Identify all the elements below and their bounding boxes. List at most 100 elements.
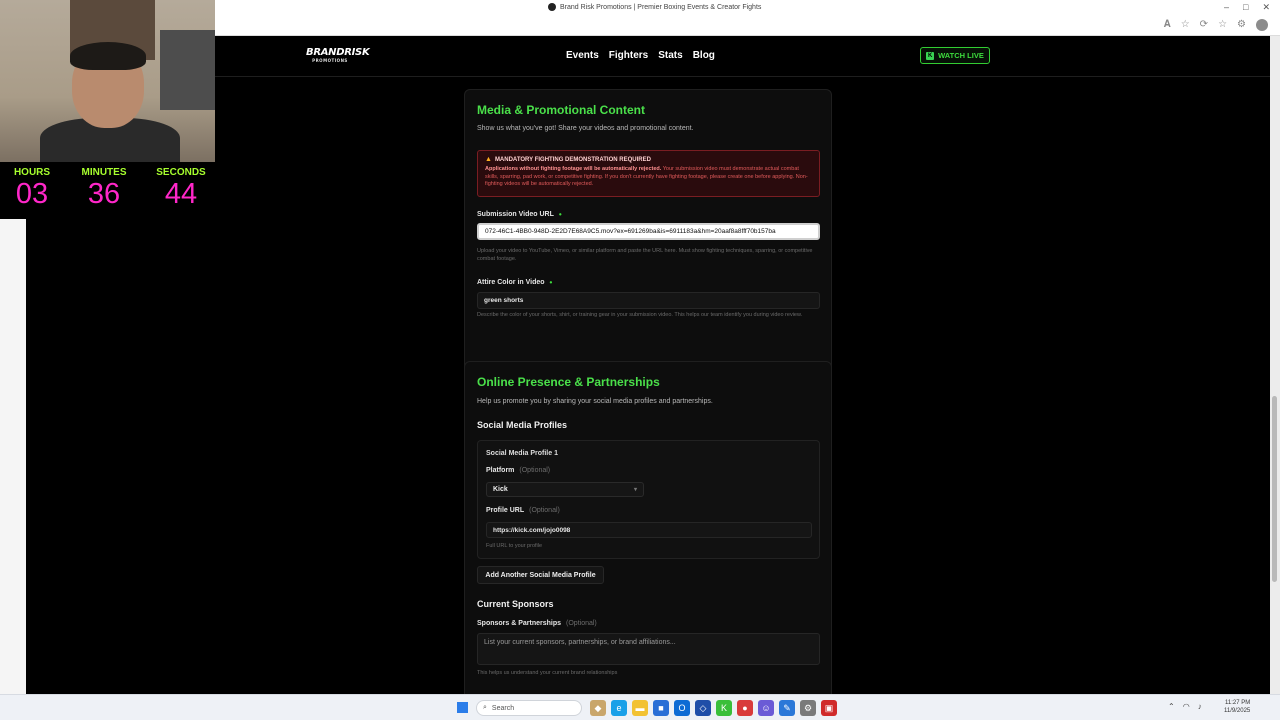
extensions-icon[interactable]: ⚙ [1237, 19, 1246, 31]
collections-icon[interactable]: ☆ [1218, 19, 1227, 31]
logo-text: BRANDRISK [306, 47, 370, 58]
countdown-timer: HOURS 03 MINUTES 36 SECONDS 44 [0, 162, 215, 219]
discord-icon[interactable]: ☺ [758, 700, 774, 716]
timer-seconds: SECONDS 44 [150, 167, 212, 209]
clock-date: 11/9/2025 [1224, 708, 1251, 714]
outlook-icon[interactable]: O [674, 700, 690, 716]
sponsors-textarea[interactable]: List your current sponsors, partnerships… [477, 633, 820, 665]
hours-value: 03 [15, 178, 49, 210]
platform-selected-value: Kick [493, 486, 508, 493]
attire-label-text: Attire Color in Video [477, 279, 545, 286]
kick-icon: K [926, 51, 935, 60]
warning-icon: ▲ [485, 156, 492, 163]
online-section-card: Online Presence & Partnerships Help us p… [464, 361, 832, 694]
online-section-title: Online Presence & Partnerships [477, 375, 660, 389]
sponsors-label-text: Sponsors & Partnerships [477, 620, 562, 627]
profile-url-hint: Full URL to your profile [486, 543, 543, 549]
watch-live-label: WATCH LIVE [938, 51, 984, 60]
taskbar-search[interactable]: ⌕ Search [476, 700, 582, 716]
nav-events[interactable]: Events [566, 50, 599, 61]
social-profiles-heading: Social Media Profiles [477, 420, 568, 430]
seconds-label: SECONDS [156, 167, 206, 178]
video-url-label-text: Submission Video URL [477, 211, 554, 218]
media-section-card: Media & Promotional Content Show us what… [464, 89, 832, 377]
taskbar-apps: ◆ e ▬ ■ O ◇ K ● ☺ ✎ ⚙ ▣ [590, 700, 837, 716]
hours-label: HOURS [13, 167, 51, 178]
read-aloud-icon[interactable]: 𝐀 [1164, 19, 1171, 31]
maximize-button[interactable]: □ [1243, 2, 1248, 13]
chevron-down-icon: ▾ [633, 487, 637, 493]
webcam-overlay [0, 0, 215, 162]
start-button[interactable] [457, 702, 468, 713]
main-nav: Events Fighters Stats Blog [566, 50, 715, 61]
browser-toolbar-icons: 𝐀 ☆ ⟳ ☆ ⚙ [1164, 19, 1268, 31]
warning-title: MANDATORY FIGHTING DEMONSTRATION REQUIRE… [494, 156, 651, 163]
video-url-label: Submission Video URL • [477, 210, 562, 219]
nav-blog[interactable]: Blog [693, 50, 715, 61]
required-indicator-icon: • [549, 278, 553, 287]
profile-url-label: Profile URL (Optional) [486, 507, 560, 514]
settings-icon[interactable]: ⚙ [800, 700, 816, 716]
media-section-title: Media & Promotional Content [477, 103, 645, 117]
webcam-person-hair [70, 42, 146, 70]
widgets-icon[interactable]: ◆ [590, 700, 606, 716]
video-url-hint: Upload your video to YouTube, Vimeo, or … [477, 248, 813, 262]
platform-label: Platform (Optional) [486, 467, 550, 474]
profile-avatar[interactable] [1256, 19, 1268, 31]
seconds-value: 44 [164, 178, 198, 210]
minutes-label: MINUTES [81, 167, 127, 178]
attire-label: Attire Color in Video • [477, 278, 552, 287]
warning-header: ▲ MANDATORY FIGHTING DEMONSTRATION REQUI… [485, 156, 812, 163]
platform-select[interactable]: Kick ▾ [486, 482, 644, 497]
watch-live-button[interactable]: K WATCH LIVE [920, 47, 990, 64]
logo-subtext: PROMOTIONS [312, 58, 348, 63]
timer-hours: HOURS 03 [8, 167, 56, 209]
social-profile-title: Social Media Profile 1 [486, 450, 558, 457]
social-profile-card: Social Media Profile 1 Platform (Optiona… [477, 440, 820, 559]
favorite-star-icon[interactable]: ☆ [1181, 19, 1190, 31]
nav-stats[interactable]: Stats [658, 50, 682, 61]
webcam-door [160, 30, 215, 110]
nav-fighters[interactable]: Fighters [609, 50, 648, 61]
kick-app-icon[interactable]: K [716, 700, 732, 716]
recorder-icon[interactable]: ▣ [821, 700, 837, 716]
photos-icon[interactable]: ✎ [779, 700, 795, 716]
profile-url-label-text: Profile URL [486, 507, 525, 514]
store-icon[interactable]: ■ [653, 700, 669, 716]
vscode-icon[interactable]: ◇ [695, 700, 711, 716]
optional-tag: (Optional) [529, 507, 560, 514]
search-icon: ⌕ [483, 704, 487, 711]
minutes-value: 36 [87, 178, 121, 210]
optional-tag: (Optional) [519, 467, 551, 474]
sponsors-hint: This helps us understand your current br… [477, 670, 618, 676]
online-section-subtitle: Help us promote you by sharing your soci… [477, 398, 713, 405]
volume-icon[interactable]: ♪ [1198, 702, 1202, 711]
file-explorer-icon[interactable]: ▬ [632, 700, 648, 716]
taskbar-clock[interactable]: 11:27 PM 11/9/2025 [1224, 699, 1250, 715]
add-social-profile-button[interactable]: Add Another Social Media Profile [477, 566, 604, 584]
attire-input[interactable]: green shorts [477, 292, 820, 309]
chevron-up-icon[interactable]: ⌃ [1168, 702, 1175, 711]
attire-hint: Describe the color of your shorts, shirt… [477, 312, 803, 318]
video-url-input[interactable]: 072-46C1-4BB0-948D-2E2D7E68A9C5.mov?ex=6… [477, 223, 820, 240]
close-button[interactable]: ✕ [1262, 2, 1270, 13]
refresh-icon[interactable]: ⟳ [1200, 19, 1208, 31]
optional-tag: (Optional) [566, 620, 597, 627]
wifi-icon[interactable]: ◠ [1183, 702, 1190, 711]
warning-banner: ▲ MANDATORY FIGHTING DEMONSTRATION REQUI… [477, 150, 820, 197]
chrome-icon[interactable]: ● [737, 700, 753, 716]
minimize-button[interactable]: – [1224, 2, 1229, 13]
browser-tab[interactable]: Brand Risk Promotions | Premier Boxing E… [548, 3, 761, 11]
favicon-icon [548, 3, 556, 11]
brandrisk-logo[interactable]: BRANDRISK PROMOTIONS [306, 47, 370, 63]
profile-url-input[interactable]: https://kick.com/jojo0098 [486, 522, 812, 538]
windows-taskbar: ⌕ Search ◆ e ▬ ■ O ◇ K ● ☺ ✎ ⚙ ▣ ⌃ ◠ ♪ 1… [0, 694, 1280, 720]
edge-icon[interactable]: e [611, 700, 627, 716]
tab-title: Brand Risk Promotions | Premier Boxing E… [560, 3, 762, 11]
scrollbar-track[interactable] [1270, 36, 1280, 694]
platform-label-text: Platform [486, 467, 515, 474]
system-tray: ⌃ ◠ ♪ [1168, 702, 1202, 711]
scrollbar-thumb[interactable] [1272, 396, 1277, 582]
clock-time: 11:27 PM [1225, 700, 1251, 706]
required-indicator-icon: • [558, 210, 562, 219]
